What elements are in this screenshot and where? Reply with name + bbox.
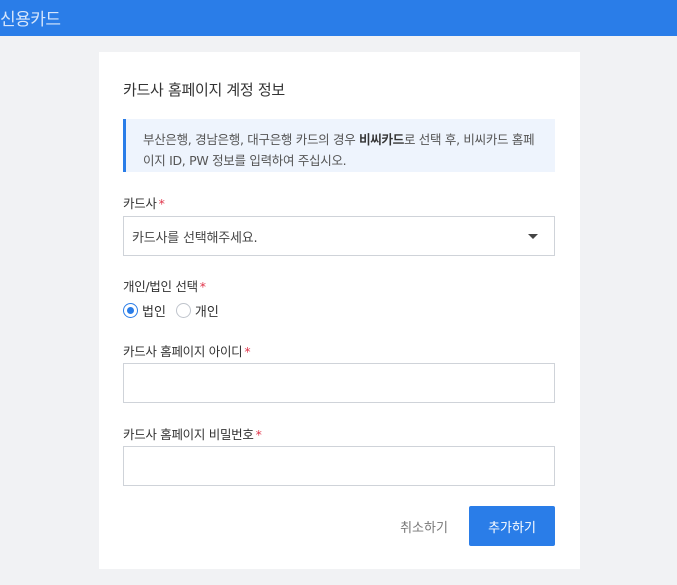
notice-text-start: 부산은행, 경남은행, 대구은행 카드의 경우 <box>143 132 360 147</box>
type-label-text: 개인/법인 선택 <box>123 279 198 294</box>
user-id-label: 카드사 홈페이지 아이디 * <box>123 341 251 360</box>
radio-corporate[interactable] <box>123 302 138 318</box>
password-label-text: 카드사 홈페이지 비밀번호 <box>123 427 254 442</box>
add-button[interactable]: 추가하기 <box>469 506 555 546</box>
required-mark: * <box>158 196 165 211</box>
type-label: 개인/법인 선택 * <box>123 276 206 295</box>
radio-personal-label[interactable]: 개인 <box>195 301 219 320</box>
account-form-card: 카드사 홈페이지 계정 정보 부산은행, 경남은행, 대구은행 카드의 경우 비… <box>99 52 580 569</box>
radio-personal[interactable] <box>175 302 191 318</box>
required-mark: * <box>255 427 262 442</box>
password-label: 카드사 홈페이지 비밀번호 * <box>123 424 262 443</box>
password-input[interactable] <box>123 446 555 486</box>
card-company-select[interactable]: 카드사를 선택해주세요. <box>123 216 555 256</box>
form-title: 카드사 홈페이지 계정 정보 <box>123 81 285 99</box>
required-mark: * <box>199 279 206 294</box>
card-company-label: 카드사 * <box>123 193 165 212</box>
notice-text-bold: 비씨카드 <box>359 132 404 147</box>
card-company-select-value: 카드사를 선택해주세요. <box>132 231 258 246</box>
required-mark: * <box>244 344 251 359</box>
radio-corporate-label[interactable]: 법인 <box>142 301 166 320</box>
top-bar: 신용카드 <box>0 0 677 36</box>
user-id-label-text: 카드사 홈페이지 아이디 <box>123 344 243 359</box>
type-radio-group: 법인 개인 <box>123 301 229 320</box>
caret-down-icon <box>528 234 538 239</box>
page-title: 신용카드 <box>0 10 61 30</box>
user-id-input[interactable] <box>123 363 555 403</box>
card-company-label-text: 카드사 <box>123 196 157 211</box>
cancel-button[interactable]: 취소하기 <box>389 506 459 546</box>
notice-box: 부산은행, 경남은행, 대구은행 카드의 경우 비씨카드로 선택 후, 비씨카드… <box>123 119 555 172</box>
